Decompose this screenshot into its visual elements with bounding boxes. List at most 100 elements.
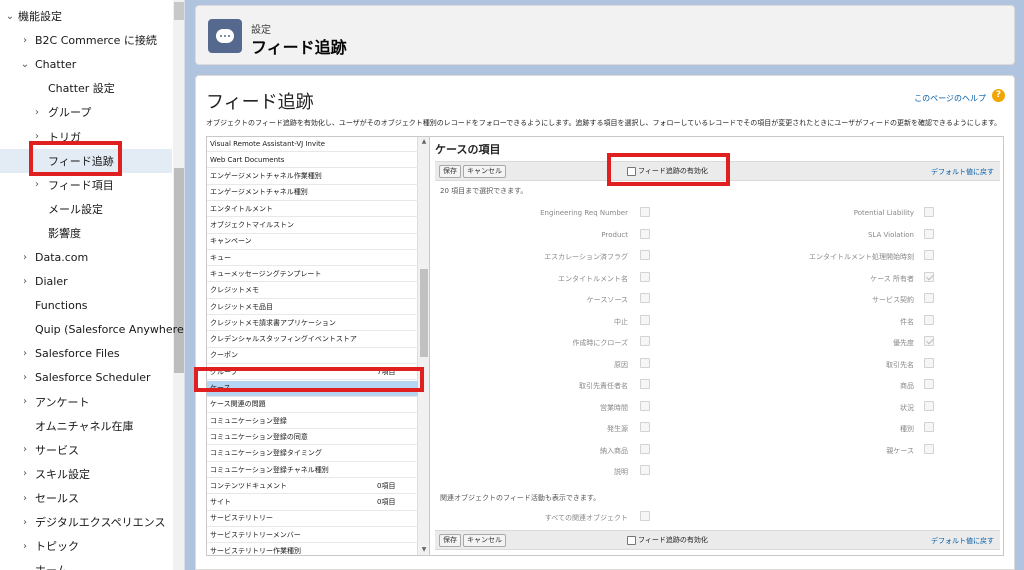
object-list-item[interactable]: Visual Remote Assistant-VJ Invite	[207, 137, 418, 152]
save-button[interactable]: 保存	[439, 165, 461, 178]
field-checkbox[interactable]	[924, 271, 934, 282]
object-list-item[interactable]: エンタイトルメント	[207, 201, 418, 218]
sidebar-item[interactable]: › デジタルエクスペリエンス	[0, 510, 172, 534]
sidebar-item[interactable]: 影響度	[0, 221, 172, 245]
field-checkbox[interactable]	[640, 400, 650, 411]
field-checkbox[interactable]	[924, 293, 934, 303]
field-checkbox[interactable]	[640, 207, 650, 217]
sidebar-item[interactable]: › Dialer	[0, 269, 172, 293]
help-icon[interactable]: ?	[992, 89, 1005, 102]
chevron-right-icon[interactable]: ›	[20, 276, 30, 287]
sidebar-item[interactable]: Chatter 設定	[0, 76, 172, 100]
sidebar-item[interactable]: Quip (Salesforce Anywhere)	[0, 317, 184, 341]
sidebar-item[interactable]: ⌄ Chatter	[0, 52, 172, 76]
sidebar-item[interactable]: Functions	[0, 293, 172, 317]
chevron-right-icon[interactable]: ›	[20, 348, 30, 359]
object-list-item[interactable]: サービステリトリーメンバー	[207, 527, 418, 544]
sidebar-item[interactable]: › トリガ	[0, 125, 172, 149]
field-checkbox[interactable]	[640, 228, 650, 239]
field-checkbox[interactable]	[924, 207, 934, 217]
object-list-item[interactable]: クレジットメモ請求書アプリケーション	[207, 315, 418, 332]
sidebar-item[interactable]: › セールス	[0, 486, 172, 510]
field-checkbox[interactable]	[924, 228, 934, 239]
sidebar-item[interactable]: › Salesforce Files	[0, 341, 172, 365]
chevron-right-icon[interactable]: ›	[20, 517, 30, 528]
object-list-item[interactable]: サイト 0項目	[207, 495, 418, 511]
sidebar-scroll-thumb[interactable]	[174, 168, 184, 373]
object-list-item[interactable]: クレジットメモ品目	[207, 299, 418, 315]
save-button-bottom[interactable]: 保存	[439, 534, 461, 547]
chevron-right-icon[interactable]: ›	[32, 131, 42, 142]
field-checkbox[interactable]	[640, 465, 650, 475]
field-checkbox[interactable]	[924, 443, 934, 454]
sidebar-item[interactable]: › Salesforce Scheduler	[0, 366, 172, 390]
object-list-item[interactable]: キャンペーン	[207, 234, 418, 250]
object-list-item[interactable]: コミュニケーション登録チャネル種別	[207, 462, 418, 478]
field-checkbox[interactable]	[924, 336, 934, 346]
chevron-right-icon[interactable]: ›	[32, 179, 42, 190]
chevron-right-icon[interactable]: ›	[20, 372, 30, 383]
sidebar-item[interactable]: ⌄ 機能設定	[0, 4, 172, 28]
chevron-right-icon[interactable]: ›	[20, 468, 30, 479]
field-checkbox[interactable]	[640, 422, 650, 432]
chevron-right-icon[interactable]: ›	[20, 252, 30, 263]
restore-defaults-link[interactable]: デフォルト値に戻す	[931, 167, 994, 177]
object-list-item[interactable]: クーポン	[207, 348, 418, 364]
sidebar-item[interactable]: メール設定	[0, 197, 172, 221]
chevron-right-icon[interactable]: ›	[20, 493, 30, 504]
sidebar-item[interactable]: オムニチャネル在庫	[0, 414, 172, 438]
object-list-item[interactable]: サービステリトリー作業種別	[207, 544, 418, 555]
field-checkbox[interactable]	[640, 250, 650, 260]
sidebar-item[interactable]: › スキル設定	[0, 462, 172, 486]
help-link[interactable]: このページのヘルプ	[914, 93, 986, 104]
object-list-item[interactable]: サービステリトリー	[207, 511, 418, 527]
object-list-item[interactable]: エンゲージメントチャネル種別	[207, 185, 418, 201]
sidebar-item[interactable]: フィード追跡	[0, 148, 172, 173]
sidebar-item[interactable]: › アンケート	[0, 390, 172, 414]
all-related-objects-checkbox[interactable]	[640, 511, 650, 521]
field-checkbox[interactable]	[924, 379, 934, 389]
chevron-right-icon[interactable]: ›	[20, 35, 30, 46]
sidebar-item[interactable]: › グループ	[0, 100, 172, 124]
sidebar-item[interactable]: › Data.com	[0, 245, 172, 269]
chevron-right-icon[interactable]: ›	[32, 107, 42, 118]
field-checkbox[interactable]	[924, 357, 934, 368]
cancel-button-bottom[interactable]: キャンセル	[463, 534, 506, 547]
object-list-item[interactable]: グループ 7項目	[207, 364, 418, 381]
object-list-item[interactable]: キューメッセージングテンプレート	[207, 266, 418, 283]
object-list-item[interactable]: コミュニケーション登録の同意	[207, 429, 418, 446]
chevron-right-icon[interactable]: ›	[20, 541, 30, 552]
object-list-item[interactable]: クレデンシャルスタッフィングイベントストア	[207, 332, 418, 348]
field-checkbox[interactable]	[640, 443, 650, 454]
field-checkbox[interactable]	[640, 271, 650, 282]
cancel-button[interactable]: キャンセル	[463, 165, 506, 178]
enable-feed-tracking-toggle[interactable]: フィード追跡の有効化	[627, 166, 708, 176]
object-list-item[interactable]: エンゲージメントチャネル作業種別	[207, 169, 418, 185]
chevron-down-icon[interactable]: ⌄	[5, 11, 15, 22]
field-checkbox[interactable]	[924, 314, 934, 325]
sidebar-item[interactable]: › トピック	[0, 534, 172, 558]
enable-feed-tracking-checkbox-bottom[interactable]	[627, 535, 636, 545]
field-checkbox[interactable]	[924, 400, 934, 411]
sidebar-scrollbar[interactable]	[173, 0, 184, 570]
field-checkbox[interactable]	[640, 357, 650, 368]
enable-feed-tracking-toggle-bottom[interactable]: フィード追跡の有効化	[627, 535, 708, 545]
chevron-right-icon[interactable]: ›	[20, 444, 30, 455]
field-checkbox[interactable]	[924, 422, 934, 432]
enable-feed-tracking-checkbox[interactable]	[627, 166, 636, 176]
chevron-down-icon[interactable]: ⌄	[20, 59, 30, 70]
sidebar-item[interactable]: › フィード項目	[0, 173, 172, 197]
object-list-item[interactable]: オブジェクトマイルストン	[207, 218, 418, 234]
object-list-item[interactable]: コンテンツドキュメント 0項目	[207, 478, 418, 495]
object-list-item[interactable]: ケース関連の問題	[207, 397, 418, 413]
field-checkbox[interactable]	[640, 314, 650, 325]
sidebar-item[interactable]: › サービス	[0, 438, 172, 462]
field-checkbox[interactable]	[640, 379, 650, 389]
object-list-item[interactable]: コミュニケーション登録タイミング	[207, 446, 418, 462]
object-list-item[interactable]: キュー	[207, 250, 418, 267]
sidebar-item[interactable]: › B2C Commerce に接続	[0, 28, 172, 52]
object-list-item[interactable]: コミュニケーション登録	[207, 413, 418, 430]
restore-defaults-link-bottom[interactable]: デフォルト値に戻す	[931, 536, 994, 546]
object-list-item[interactable]: クレジットメモ	[207, 283, 418, 299]
object-list-item[interactable]: ケース	[207, 380, 418, 397]
